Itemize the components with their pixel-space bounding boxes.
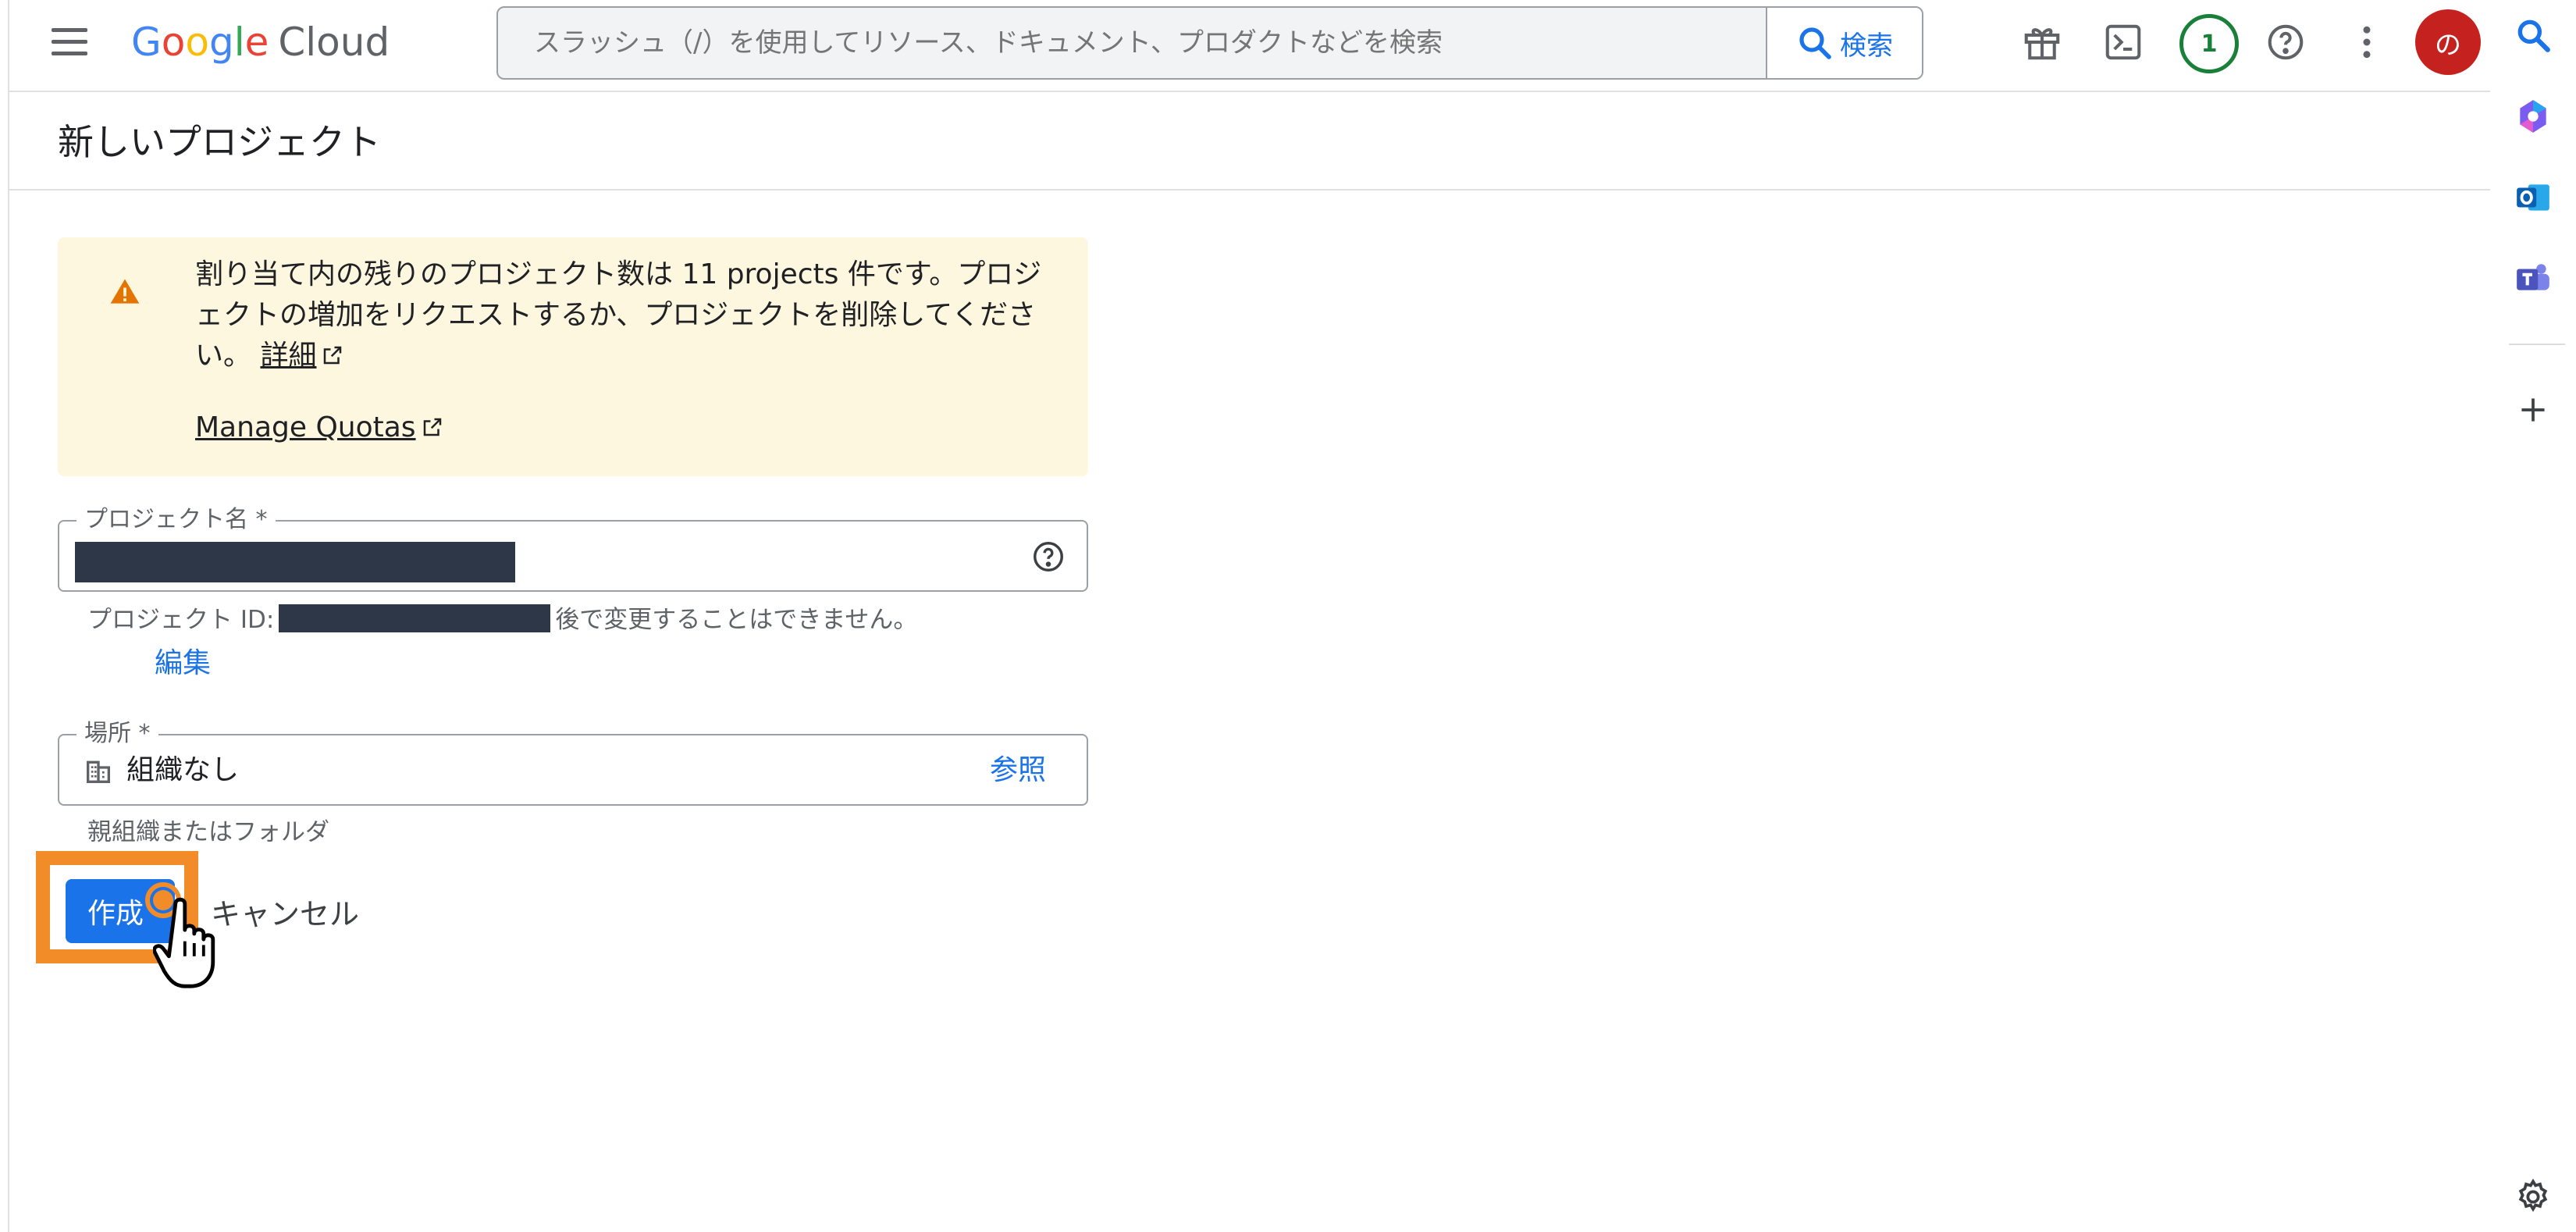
building-icon	[87, 760, 110, 783]
top-header: GoogleCloud 検索 1 の	[9, 0, 2490, 92]
search-button-label: 検索	[1840, 30, 1893, 62]
copilot-icon[interactable]	[2512, 95, 2554, 137]
google-cloud-logo[interactable]: Google Cloud	[131, 14, 390, 70]
location-label: 場所 *	[76, 720, 158, 748]
location-hint: 親組織またはフォルダ	[87, 818, 329, 846]
side-panel-divider	[2509, 344, 2565, 345]
project-id-value	[279, 604, 551, 632]
logo-google-text: Google	[131, 20, 269, 65]
plus-icon[interactable]	[2512, 389, 2554, 431]
cloud-console-window: GoogleCloud 検索 1 の 新しいプロジェクト 割り当て内の	[8, 0, 2492, 1232]
project-id-prefix: プロジェクト ID:	[87, 606, 275, 634]
warning-icon	[110, 279, 140, 304]
avatar[interactable]: の	[2415, 9, 2481, 75]
page-title: 新しいプロジェクト	[58, 121, 381, 163]
quota-warning-banner: 割り当て内の残りのプロジェクト数は 11 projects 件です。プロジェクト…	[58, 237, 1088, 476]
quota-warning-message: 割り当て内の残りのプロジェクト数は 11 projects 件です。プロジェクト…	[195, 255, 1054, 376]
browse-location-link[interactable]: 参照	[990, 751, 1046, 790]
edit-project-id-link[interactable]: 編集	[155, 640, 211, 681]
search-icon	[1799, 27, 1831, 59]
browser-side-panel	[2490, 0, 2576, 1232]
search-input[interactable]	[498, 8, 1766, 78]
external-link-icon	[423, 418, 441, 436]
gift-icon[interactable]	[2017, 17, 2067, 67]
logo-cloud-text: Cloud	[278, 20, 390, 65]
hand-cursor-icon	[153, 897, 215, 988]
terminal-icon[interactable]	[2098, 17, 2148, 67]
outlook-icon[interactable]	[2512, 176, 2554, 219]
location-value: 組織なし	[126, 754, 240, 786]
project-name-field: プロジェクト名 *	[58, 506, 1088, 592]
manage-quotas-row: Manage Quotas	[195, 408, 444, 448]
search-button[interactable]: 検索	[1766, 8, 1922, 78]
help-icon[interactable]	[2261, 17, 2311, 67]
search-bar: 検索	[496, 6, 1923, 80]
project-name-input[interactable]	[75, 542, 515, 582]
project-id-hint: プロジェクト ID: 後で変更することはできません。	[87, 600, 917, 635]
help-icon[interactable]	[1030, 539, 1066, 575]
details-link[interactable]: 詳細	[260, 340, 316, 372]
search-icon[interactable]	[2512, 14, 2554, 56]
teams-icon[interactable]	[2512, 258, 2554, 300]
cancel-button[interactable]: キャンセル	[211, 890, 359, 933]
menu-icon[interactable]	[45, 23, 92, 61]
project-name-label: プロジェクト名 *	[76, 506, 276, 534]
notification-badge[interactable]: 1	[2179, 14, 2239, 73]
more-vert-icon[interactable]	[2342, 17, 2392, 67]
location-field: 場所 * 組織なし 参照	[58, 720, 1088, 806]
project-id-suffix: 後で変更することはできません。	[555, 606, 918, 634]
gear-icon[interactable]	[2512, 1176, 2554, 1218]
external-link-icon	[324, 346, 342, 365]
manage-quotas-link[interactable]: Manage Quotas	[195, 411, 416, 443]
title-bar: 新しいプロジェクト	[9, 91, 2490, 190]
